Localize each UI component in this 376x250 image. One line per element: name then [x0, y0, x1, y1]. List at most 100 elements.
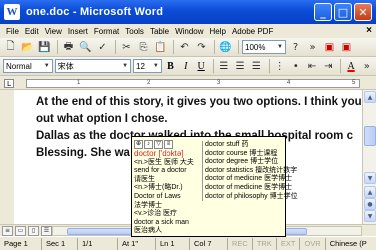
menu-tools[interactable]: Tools	[122, 27, 147, 36]
dropdown-icon[interactable]: ▽	[154, 139, 163, 149]
status-rec[interactable]: REC	[228, 237, 253, 250]
font-size-select[interactable]: 12 ▼	[133, 59, 162, 73]
decrease-indent-icon[interactable]: ⇤	[305, 59, 319, 74]
menu-icon[interactable]: ≡	[164, 139, 173, 149]
cut-icon[interactable]: ✂	[119, 40, 134, 55]
menu-window[interactable]: Window	[172, 27, 206, 36]
align-left-icon[interactable]: ☰	[217, 59, 231, 74]
font-select[interactable]: 宋体 ▼	[54, 59, 132, 73]
pdf-convert-icon[interactable]: ▣	[322, 40, 337, 55]
menu-format[interactable]: Format	[91, 27, 122, 36]
maximize-button[interactable]: □	[334, 3, 352, 21]
document-line: out what option I chose.	[36, 113, 168, 125]
toolbar-separator	[173, 40, 174, 54]
toolbar-options-icon[interactable]: »	[360, 59, 374, 74]
horizontal-ruler: L 1 2 3 4 5	[0, 77, 376, 90]
window-title: one.doc - Microsoft Word	[26, 6, 164, 18]
menu-help[interactable]: Help	[207, 27, 229, 36]
popup-definition-pane: ⊕ ♪ ▽ ≡ doctor ['dɔktə] <n.>医生 医师 大夫 sen…	[134, 139, 198, 236]
status-at: At 1"	[118, 237, 156, 250]
phrase-line[interactable]: doctor degree 博士学位	[205, 158, 286, 167]
spelling-icon[interactable]: ✓	[95, 40, 110, 55]
chevron-down-icon: ▼	[277, 44, 283, 50]
undo-icon[interactable]: ↶	[177, 40, 192, 55]
word-app-icon: W	[4, 4, 20, 20]
help-icon[interactable]: ?	[288, 40, 303, 55]
font-color-button[interactable]: A	[344, 59, 357, 73]
close-button[interactable]: ✕	[354, 3, 372, 21]
dictionary-popup[interactable]: ⊕ ♪ ▽ ≡ doctor ['dɔktə] <n.>医生 医师 大夫 sen…	[131, 136, 298, 237]
underline-button[interactable]: U	[194, 59, 207, 73]
previous-page-icon[interactable]: ▲	[364, 186, 376, 198]
copy-icon[interactable]: ⎘	[136, 40, 151, 55]
style-value: Normal	[6, 61, 32, 71]
document-line: At the end of this story, it gives you t…	[36, 96, 362, 108]
web-layout-icon[interactable]: ▭	[15, 225, 26, 236]
select-browse-object-icon[interactable]: ●	[364, 198, 376, 210]
increase-indent-icon[interactable]: ⇥	[321, 59, 335, 74]
phrase-line[interactable]: doctor of medicine 医学博士	[205, 184, 292, 193]
paste-icon[interactable]: 📋	[153, 40, 168, 55]
minimize-icon: _	[320, 5, 326, 19]
new-document-icon[interactable]: 🗋	[3, 40, 18, 55]
definition-line: 法学博士	[134, 201, 162, 209]
vertical-scrollbar[interactable]: ▲ ▼ ▲ ● ▼	[362, 90, 376, 224]
menu-edit[interactable]: Edit	[22, 27, 42, 36]
numbering-icon[interactable]: ⋮	[272, 59, 286, 74]
phrase-line[interactable]: doctor of medicine 医学博士	[205, 175, 292, 184]
redo-icon[interactable]: ↷	[194, 40, 209, 55]
status-ext[interactable]: EXT	[277, 237, 301, 250]
outline-view-icon[interactable]: ☰	[41, 225, 52, 236]
pdf-email-icon[interactable]: ▣	[339, 40, 354, 55]
ruler-number: 3	[217, 80, 221, 86]
print-preview-icon[interactable]: 🔍	[78, 40, 93, 55]
bullets-icon[interactable]: •	[289, 59, 303, 74]
toolbar-options-icon[interactable]: »	[305, 40, 320, 55]
zoom-select[interactable]: 100% ▼	[242, 40, 286, 54]
toolbar-separator	[268, 59, 270, 73]
status-bar: Page 1 Sec 1 1/1 At 1" Ln 1 Col 7 REC TR…	[0, 236, 376, 250]
zoom-value: 100%	[245, 42, 266, 52]
minimize-button[interactable]: _	[314, 3, 332, 21]
menu-table[interactable]: Table	[147, 27, 172, 36]
scroll-up-icon[interactable]: ▲	[364, 91, 376, 103]
phrase-line[interactable]: doctor course 博士课程	[205, 150, 286, 159]
save-icon[interactable]: 💾	[37, 40, 52, 55]
italic-button[interactable]: I	[179, 59, 192, 73]
bold-button[interactable]: B	[164, 59, 177, 73]
document-close-icon[interactable]: ×	[366, 25, 372, 36]
align-center-icon[interactable]: ☰	[233, 59, 247, 74]
pin-icon[interactable]: ⊕	[134, 139, 143, 149]
status-section: Sec 1	[42, 237, 78, 250]
standard-toolbar: 🗋 📂 💾 🖶 🔍 ✓ ✂ ⎘ 📋 ↶ ↷ 🌐 100% ▼ ? » ▣ ▣	[0, 38, 376, 57]
open-folder-icon[interactable]: 📂	[20, 40, 35, 55]
speaker-icon[interactable]: ♪	[144, 139, 153, 149]
definition-line: 医治病人	[134, 227, 162, 235]
definition-line: send for a doctor	[134, 167, 187, 175]
tab-selector-icon[interactable]: L	[4, 79, 14, 88]
print-icon[interactable]: 🖶	[61, 40, 76, 55]
scroll-down-icon[interactable]: ▼	[364, 172, 376, 184]
phrase-line[interactable]: doctor of philosophy 博士学位	[205, 193, 298, 202]
ruler-strip[interactable]: 1 2 3 4 5	[26, 79, 360, 88]
status-ovr[interactable]: OVR	[300, 237, 326, 250]
ruler-number: 5	[352, 80, 356, 86]
menu-view[interactable]: View	[42, 27, 65, 36]
next-page-icon[interactable]: ▼	[364, 210, 376, 222]
menu-insert[interactable]: Insert	[65, 27, 91, 36]
status-trk[interactable]: TRK	[253, 237, 277, 250]
ruler-number: 1	[77, 80, 81, 86]
scroll-thumb[interactable]	[364, 126, 376, 146]
toolbar-separator	[238, 40, 239, 54]
toolbar-separator	[340, 59, 342, 73]
font-value: 宋体	[57, 61, 74, 71]
print-layout-icon[interactable]: ▯	[28, 225, 39, 236]
menu-file[interactable]: File	[3, 27, 22, 36]
style-select[interactable]: Normal ▼	[3, 59, 53, 73]
align-right-icon[interactable]: ☰	[249, 59, 263, 74]
phrase-line[interactable]: doctor stuff 药	[205, 141, 286, 150]
normal-view-icon[interactable]: ≡	[2, 225, 13, 236]
hyperlink-icon[interactable]: 🌐	[218, 40, 233, 55]
menu-adobe-pdf[interactable]: Adobe PDF	[229, 27, 276, 36]
definition-line: <n.>医生 医师 大夫	[134, 158, 194, 166]
